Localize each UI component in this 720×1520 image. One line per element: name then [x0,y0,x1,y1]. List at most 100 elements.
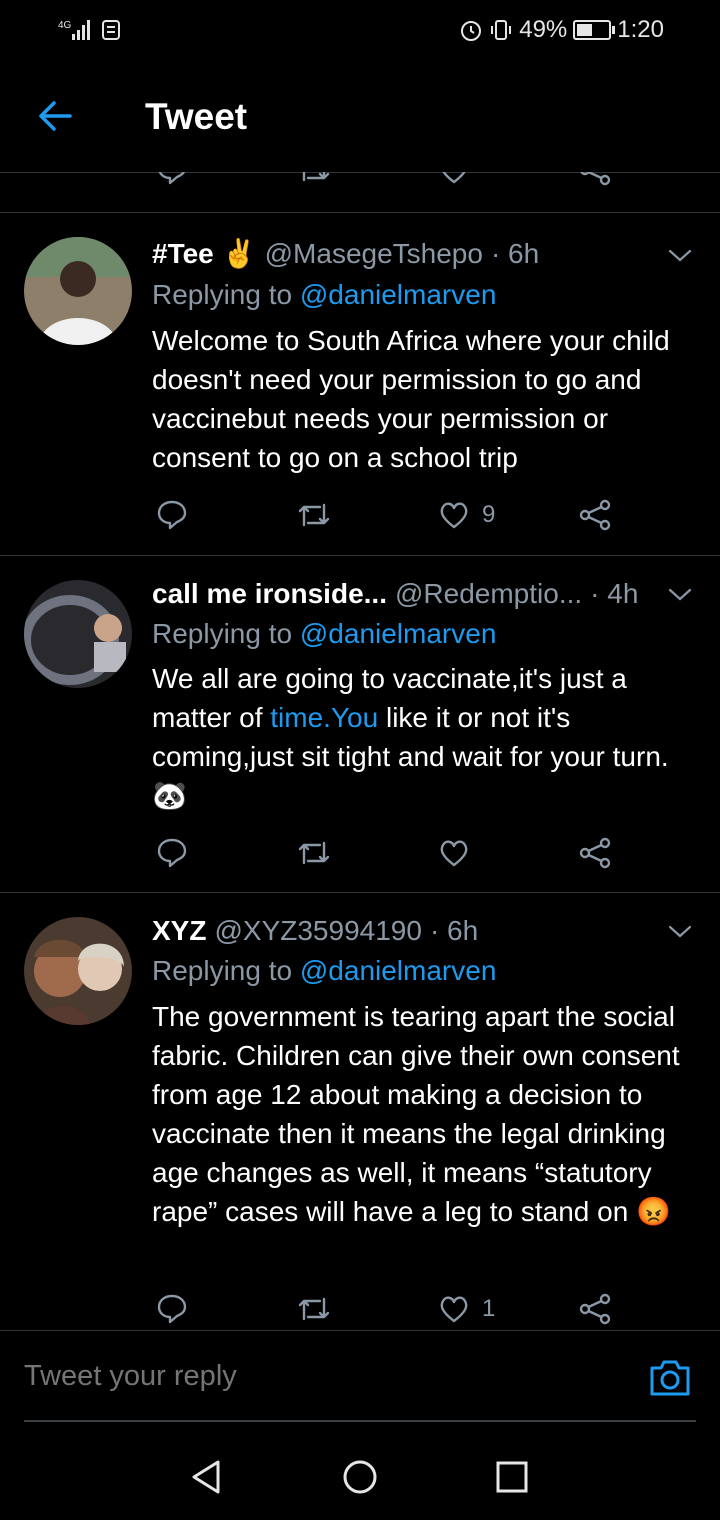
avatar-image [24,917,132,1025]
tweet-link[interactable]: time.You [270,702,378,733]
tweet-header: #Tee ✌ @MasegeTshepo · 6h [152,237,640,270]
battery-fill [577,24,592,36]
tweet-text: We all are going to vaccinate,it's just … [152,659,697,815]
share-icon[interactable] [578,172,612,186]
tweet-item[interactable]: call me ironside... @Redemptio... · 4h R… [0,556,720,893]
nav-recents-button[interactable] [487,1452,537,1502]
like-button[interactable]: 9 [438,495,495,535]
like-button[interactable]: 1 [438,1289,495,1329]
display-name[interactable]: #Tee [152,238,214,270]
replying-to: Replying to @danielmarven [152,279,496,311]
retweet-icon [298,1297,330,1321]
replying-label: Replying to [152,279,293,310]
replying-label: Replying to [152,955,293,986]
reply-button[interactable] [156,1289,188,1329]
heart-icon [440,840,468,867]
replying-to: Replying to @danielmarven [152,618,496,650]
previous-tweet-actions [0,172,720,213]
replying-label: Replying to [152,618,293,649]
tweet-time: · 6h [490,237,540,269]
retweet-button[interactable] [296,833,332,873]
avatar[interactable] [24,237,132,345]
page-title: Tweet [145,96,248,137]
reply-icon [157,838,187,868]
user-handle[interactable]: @XYZ35994190 [214,915,421,947]
reply-bar [24,1332,696,1422]
retweet-button[interactable] [296,1289,332,1329]
like-count: 1 [482,1295,496,1322]
nav-home-button[interactable] [335,1452,385,1502]
tweet-item[interactable]: #Tee ✌ @MasegeTshepo · 6h Replying to @d… [0,213,720,556]
reply-button[interactable] [156,833,188,873]
tweet-header: call me ironside... @Redemptio... · 4h [152,578,640,610]
heart-icon [440,502,468,529]
tweet-text: Welcome to South Africa where your child… [152,325,670,473]
share-icon [579,499,611,531]
tweet-actions: 1 [0,1289,720,1329]
reply-button[interactable] [156,495,188,535]
reply-icon [157,500,187,530]
tweet-time: · 4h [590,578,639,609]
tweet-time: · 6h [429,915,479,946]
battery-icon [573,20,616,40]
nav-back-icon [192,1460,220,1494]
like-count: 9 [482,501,496,528]
retweet-icon[interactable] [296,172,332,186]
chevron-down-icon[interactable] [666,241,694,269]
back-button[interactable] [34,94,78,138]
panda-emoji: 🐼 [152,780,187,811]
status-time: 1:20 [617,16,664,43]
avatar[interactable] [24,917,132,1025]
nav-recents-icon [496,1461,528,1493]
display-name[interactable]: XYZ [152,915,206,947]
replying-to: Replying to @danielmarven [152,955,496,987]
display-name[interactable]: call me ironside... [152,578,387,610]
tweet-item[interactable]: XYZ @XYZ35994190 · 6h Replying to @danie… [0,893,720,1331]
nav-back-button[interactable] [182,1452,232,1502]
status-right: 49% 1:20 [459,16,664,44]
system-nav-bar [0,1430,720,1520]
alarm-icon [461,21,482,41]
heart-icon [440,1296,468,1323]
share-button[interactable] [578,833,612,873]
mention-link[interactable]: @danielmarven [300,279,497,310]
share-button[interactable] [578,495,612,535]
angry-emoji: 😡 [636,1196,671,1227]
avatar-image [24,237,132,345]
vibrate-icon [491,20,512,40]
user-handle[interactable]: @Redemptio... [395,578,582,610]
arrow-left-icon [39,101,72,131]
retweet-icon [298,503,330,527]
reply-icon [157,1294,187,1324]
heart-icon[interactable] [438,172,470,186]
status-bar: 4G 49% 1:20 [0,0,720,62]
user-handle[interactable]: @MasegeTshepo [265,238,483,270]
like-button[interactable] [438,833,482,873]
mention-link[interactable]: @danielmarven [300,618,497,649]
mention-link[interactable]: @danielmarven [300,955,497,986]
svg-text:4G: 4G [58,20,72,31]
retweet-button[interactable] [296,495,332,535]
chevron-down-icon[interactable] [666,917,694,945]
retweet-icon [298,841,330,865]
divider [0,1330,720,1331]
avatar-image [24,580,132,688]
signal-icon: 4G [58,20,90,40]
notification-icon [102,20,120,40]
action-row [0,172,720,194]
share-icon [579,1293,611,1325]
tweet-text: The government is tearing apart the soci… [152,997,697,1231]
reply-icon[interactable] [156,172,188,186]
chevron-down-icon[interactable] [666,580,694,608]
tweet-text-body: The government is tearing apart the soci… [152,1001,680,1227]
share-button[interactable] [578,1289,612,1329]
tweet-actions [0,833,720,873]
nav-home-icon [343,1460,377,1494]
reply-input[interactable] [24,1360,584,1393]
battery-percent: 49% [519,16,568,43]
avatar[interactable] [24,580,132,688]
camera-button[interactable] [648,1356,692,1400]
name-emoji: ✌ [221,238,257,269]
status-left: 4G [58,18,120,42]
share-icon [579,837,611,869]
